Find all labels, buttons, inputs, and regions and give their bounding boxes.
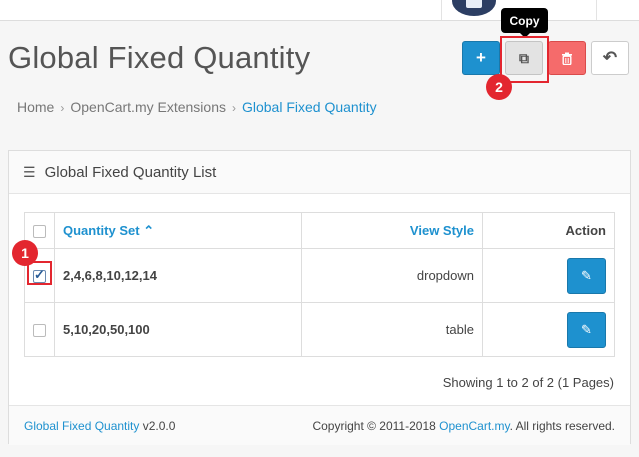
edit-button[interactable]: ✎ bbox=[567, 257, 606, 294]
view-style-cell: dropdown bbox=[301, 248, 483, 303]
footer-company-link[interactable]: OpenCart.my bbox=[439, 419, 509, 433]
breadcrumb-separator: › bbox=[231, 101, 236, 115]
table-header-row: Quantity Set ⌃ View Style Action bbox=[24, 212, 615, 249]
action-cell: ✎ bbox=[482, 248, 615, 303]
copy-tooltip: Copy bbox=[501, 8, 548, 38]
pencil-icon: ✎ bbox=[581, 321, 592, 337]
version-text: v2.0.0 bbox=[142, 418, 176, 433]
column-header-quantity-set[interactable]: Quantity Set ⌃ bbox=[53, 212, 303, 249]
plus-icon: + bbox=[476, 48, 486, 67]
reply-icon: ↶ bbox=[602, 48, 618, 67]
column-header-view-style[interactable]: View Style bbox=[301, 212, 483, 249]
step-marker-1: 1 bbox=[12, 240, 38, 266]
user-avatar[interactable] bbox=[452, 0, 496, 16]
panel-heading: ☰ Global Fixed Quantity List bbox=[9, 151, 630, 194]
action-cell: ✎ bbox=[482, 302, 615, 357]
table-row: 2,4,6,8,10,12,14 dropdown ✎ bbox=[24, 248, 615, 303]
breadcrumb-separator: › bbox=[60, 101, 65, 115]
pagination-text: Showing 1 to 2 of 2 (1 Pages) bbox=[442, 375, 614, 390]
navbar-divider bbox=[441, 0, 442, 20]
column-header-action: Action bbox=[482, 212, 615, 249]
step-marker-2: 2 bbox=[486, 74, 512, 100]
select-all-checkbox[interactable] bbox=[33, 225, 46, 239]
breadcrumb-current[interactable]: Global Fixed Quantity bbox=[242, 99, 377, 115]
pencil-icon: ✎ bbox=[581, 267, 592, 283]
quantity-table: Quantity Set ⌃ View Style Action 2,4,6,8… bbox=[24, 212, 615, 357]
row-select-cell bbox=[24, 302, 55, 357]
list-panel: ☰ Global Fixed Quantity List Quantity Se… bbox=[8, 150, 631, 445]
quantity-set-cell: 5,10,20,50,100 bbox=[53, 302, 303, 357]
sort-asc-icon: ⌃ bbox=[143, 222, 155, 238]
breadcrumb-home[interactable]: Home bbox=[17, 99, 54, 115]
add-new-button[interactable]: + bbox=[462, 41, 500, 75]
panel-title: Global Fixed Quantity List bbox=[44, 163, 217, 181]
footer-version: Global Fixed Quantity v2.0.0 bbox=[24, 419, 175, 433]
list-icon: ☰ bbox=[23, 163, 36, 180]
page-title: Global Fixed Quantity bbox=[8, 40, 311, 75]
trash-icon bbox=[562, 52, 572, 65]
delete-button[interactable] bbox=[548, 41, 586, 75]
view-style-cell: table bbox=[301, 302, 483, 357]
table-row: 5,10,20,50,100 table ✎ bbox=[24, 302, 615, 357]
back-button[interactable]: ↶ bbox=[591, 41, 629, 75]
breadcrumb-extensions[interactable]: OpenCart.my Extensions bbox=[70, 99, 226, 115]
footer-copyright: Copyright © 2011-2018 OpenCart.my. All r… bbox=[312, 418, 615, 433]
quantity-set-cell: 2,4,6,8,10,12,14 bbox=[53, 248, 303, 303]
navbar-divider bbox=[596, 0, 597, 20]
row-checkbox[interactable] bbox=[33, 324, 46, 338]
breadcrumb: Home › OpenCart.my Extensions › Global Fixed… bbox=[17, 99, 377, 115]
highlight-box-copy bbox=[500, 36, 549, 83]
edit-button[interactable]: ✎ bbox=[567, 311, 606, 348]
footer: Global Fixed Quantity v2.0.0 Copyright ©… bbox=[9, 405, 630, 445]
footer-ext-link[interactable]: Global Fixed Quantity bbox=[24, 419, 139, 433]
